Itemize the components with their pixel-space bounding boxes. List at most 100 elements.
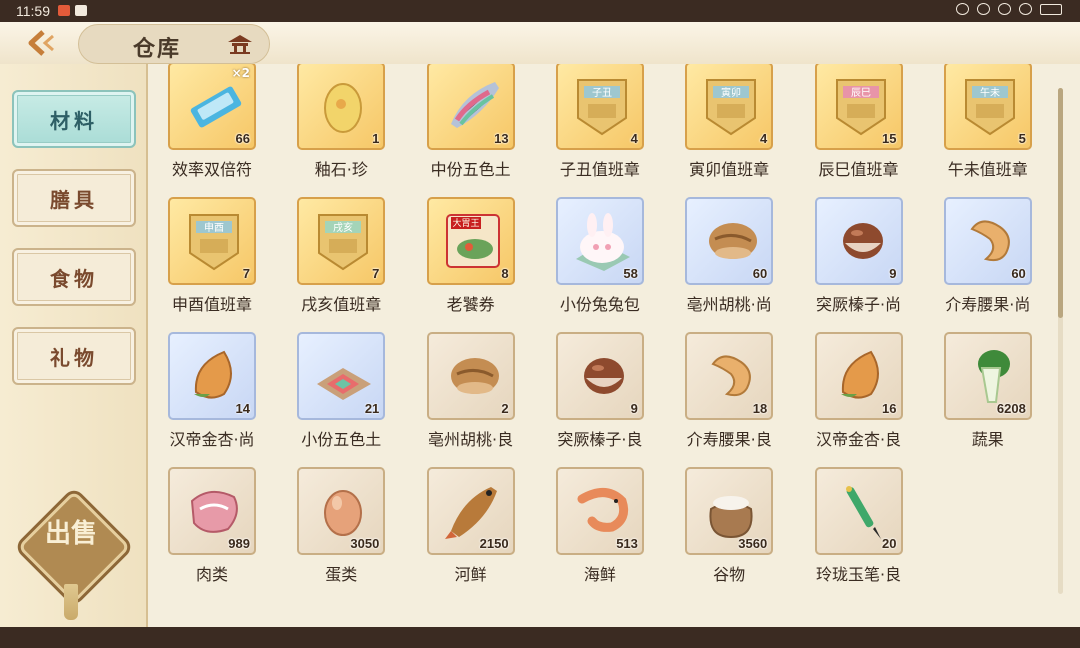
inventory-item[interactable]: 20 玲珑玉笔·良: [797, 467, 921, 595]
item-icon-box[interactable]: 6208: [943, 332, 1032, 420]
item-icon-box[interactable]: 辰巳 15: [814, 64, 903, 150]
inventory-item[interactable]: 513 海鲜: [538, 467, 662, 595]
inventory-item[interactable]: 戌亥 7 戌亥值班章: [279, 197, 403, 325]
item-icon-box[interactable]: 60: [943, 197, 1032, 285]
ticket-icon: [190, 86, 242, 128]
item-quantity: 18: [752, 401, 768, 416]
inventory-item[interactable]: 14 汉帝金杏·尚: [150, 332, 274, 460]
svg-text:戌亥: 戌亥: [333, 221, 353, 234]
inventory-item[interactable]: 3050 蛋类: [279, 467, 403, 595]
item-icon-box[interactable]: 3560: [685, 467, 774, 555]
inventory-item[interactable]: 13 中份五色土: [409, 64, 533, 190]
tab-cookware[interactable]: 膳具: [12, 169, 136, 227]
item-icon-box[interactable]: 戌亥 7: [297, 197, 386, 285]
inventory-item[interactable]: 18 介寿腰果·良: [667, 332, 791, 460]
item-icon-box[interactable]: 58: [555, 197, 644, 285]
item-quantity: 15: [882, 131, 897, 146]
inventory-item[interactable]: 989 肉类: [150, 467, 274, 595]
item-icon-box[interactable]: 989: [168, 467, 256, 555]
tab-food[interactable]: 食物: [12, 248, 136, 306]
item-icon-box[interactable]: 513: [555, 467, 644, 555]
tab-label: 材料: [50, 108, 98, 133]
item-quantity: 13: [494, 131, 509, 146]
inventory-item[interactable]: 2150 河鲜: [409, 467, 533, 595]
scrollbar-thumb[interactable]: [1058, 88, 1063, 318]
svg-text:寅卯: 寅卯: [721, 86, 741, 99]
inventory-item[interactable]: 3560 谷物: [667, 467, 791, 595]
item-name: 辰巳值班章: [818, 160, 899, 179]
alarm-icon: [956, 3, 969, 15]
walnut-icon: [709, 223, 758, 259]
item-icon-box[interactable]: 18: [685, 332, 774, 420]
inventory-item[interactable]: 6208 蔬果: [926, 332, 1050, 460]
item-quantity: 66: [235, 131, 250, 146]
bottom-bar: [0, 627, 1080, 648]
item-icon-box[interactable]: 13: [426, 64, 515, 150]
inventory-item[interactable]: 16 汉帝金杏·良: [797, 332, 921, 460]
item-icon-box[interactable]: 9: [814, 197, 903, 285]
item-icon-box[interactable]: 1: [297, 64, 386, 150]
item-icon-box[interactable]: 寅卯 4: [685, 64, 774, 150]
inventory-item[interactable]: 申酉 7 申酉值班章: [150, 197, 274, 325]
item-icon-box[interactable]: 21: [297, 332, 386, 420]
grain-sack-icon: [709, 496, 753, 539]
tab-label: 食物: [50, 266, 98, 291]
svg-text:申酉: 申酉: [204, 221, 224, 234]
item-quantity: 989: [228, 536, 250, 551]
badge-pink-icon: 辰巳: [835, 79, 886, 136]
inventory-item[interactable]: 60 介寿腰果·尚: [926, 197, 1050, 325]
message-notification-icon: [75, 5, 87, 16]
inventory-item[interactable]: 子丑 4 子丑值班章: [538, 64, 662, 190]
item-icon-box[interactable]: 子丑 4: [555, 64, 644, 150]
item-icon-box[interactable]: 9: [555, 332, 644, 420]
inventory-item[interactable]: 2 亳州胡桃·良: [409, 332, 533, 460]
item-name: 申酉值班章: [171, 295, 252, 314]
battery-icon: [1040, 3, 1062, 15]
item-icon-box[interactable]: 3050: [297, 467, 386, 555]
inventory-item[interactable]: 9 突厥榛子·良: [538, 332, 662, 460]
tab-gifts[interactable]: 礼物: [12, 327, 136, 385]
item-icon-box[interactable]: 14: [168, 332, 256, 420]
soil-pile-icon: [317, 368, 372, 400]
wifi-icon: [1019, 3, 1032, 15]
inventory-grid: ×2 66 效率双倍符 1 釉石·珍 13 中份五色土 子丑 4 子丑值班章 寅卯 4 寅卯值班章 辰巳 1…: [150, 64, 1055, 624]
coupon-icon: 大胃王: [445, 214, 500, 268]
item-icon-box[interactable]: 2150: [426, 467, 515, 555]
inventory-item[interactable]: 58 小份兔兔包: [538, 197, 662, 325]
item-name: 玲珑玉笔·良: [815, 565, 902, 584]
inventory-item[interactable]: 60 亳州胡桃·尚: [667, 197, 791, 325]
sell-label: 出售: [44, 519, 97, 549]
mute-icon: [998, 3, 1011, 15]
item-quantity: 16: [882, 401, 897, 416]
inventory-item[interactable]: 21 小份五色土: [279, 332, 403, 460]
item-icon-box[interactable]: 60: [685, 197, 774, 285]
svg-text:大胃王: 大胃王: [452, 217, 479, 229]
item-icon-box[interactable]: 申酉 7: [168, 197, 256, 285]
inventory-item[interactable]: 午未 5 午未值班章: [926, 64, 1050, 190]
inventory-item[interactable]: ×2 66 效率双倍符: [150, 64, 274, 190]
item-icon-box[interactable]: 午未 5: [943, 64, 1032, 150]
header-bar: 仓库: [0, 22, 1080, 65]
item-name: 小份兔兔包: [559, 295, 640, 314]
item-icon-box[interactable]: 2: [426, 332, 515, 420]
back-button[interactable]: [12, 26, 72, 60]
item-name: 戌亥值班章: [301, 295, 382, 314]
item-icon-box[interactable]: 20: [814, 467, 903, 555]
inventory-item[interactable]: 寅卯 4 寅卯值班章: [667, 64, 791, 190]
cashew-icon: [970, 220, 1010, 262]
inventory-item[interactable]: 辰巳 15 辰巳值班章: [797, 64, 921, 190]
tab-materials[interactable]: 材料: [12, 90, 136, 148]
walnut-icon: [450, 358, 499, 394]
item-quantity: 9: [889, 266, 897, 281]
item-icon-box[interactable]: 16: [814, 332, 903, 420]
item-name: 蔬果: [971, 430, 1004, 449]
item-quantity: 2: [501, 401, 509, 416]
item-icon-box[interactable]: ×2 66: [168, 64, 256, 150]
item-name: 效率双倍符: [171, 160, 252, 179]
inventory-item[interactable]: 1 釉石·珍: [279, 64, 403, 190]
inventory-item[interactable]: 大胃王 8 老饕券: [409, 197, 533, 325]
cashew-icon: [711, 355, 752, 397]
glaze-stone-icon: [324, 83, 363, 133]
inventory-item[interactable]: 9 突厥榛子·尚: [797, 197, 921, 325]
item-icon-box[interactable]: 大胃王 8: [426, 197, 515, 285]
